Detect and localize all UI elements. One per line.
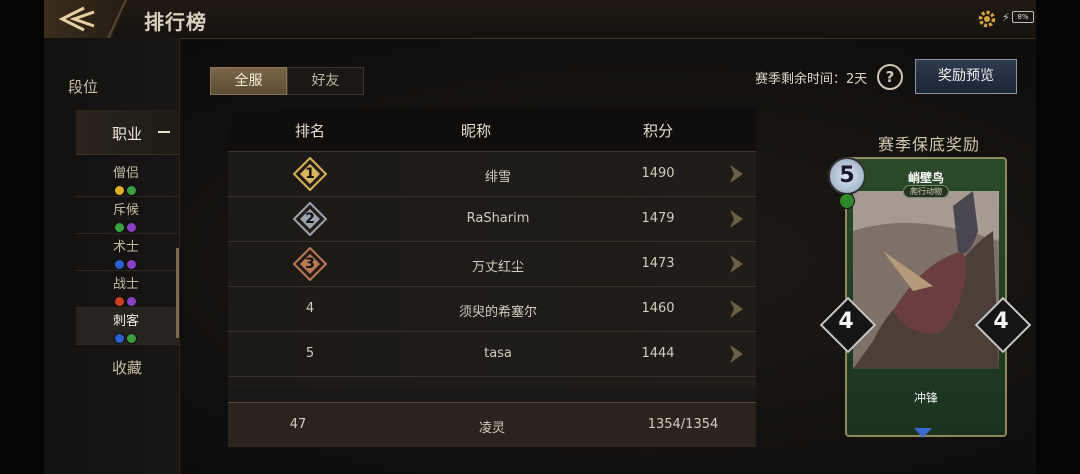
class-item[interactable]: 斥候 xyxy=(76,197,179,234)
leaderboard-table: 排名 昵称 积分 1 绯雪 1490 2 RaSharim 1479 3 万丈红尘 1473 4 须… xyxy=(228,108,756,447)
season-reward-title: 赛季保底奖励 xyxy=(878,135,981,154)
rank-number: 3 xyxy=(305,256,315,272)
table-header: 排名 昵称 积分 xyxy=(228,108,756,152)
attribute-gem-icon xyxy=(114,333,125,344)
class-item[interactable]: 术士 xyxy=(76,234,179,271)
card-cost: 5 xyxy=(828,157,866,195)
settings-gear-icon[interactable] xyxy=(977,9,997,29)
class-item[interactable]: 刺客 xyxy=(76,308,179,345)
player-score: 1490 xyxy=(641,166,675,181)
class-name: 刺客 xyxy=(113,314,140,329)
help-icon[interactable]: ? xyxy=(877,64,903,90)
attribute-gem-icon xyxy=(126,259,137,270)
chevron-right-icon[interactable] xyxy=(728,299,744,323)
class-color-icons xyxy=(114,329,138,348)
rank-badge-icon: 2 xyxy=(292,201,328,237)
class-name: 术士 xyxy=(113,240,140,255)
rank-badge-icon: 3 xyxy=(292,246,328,282)
back-arrow-icon xyxy=(58,6,95,32)
my-score: 1354/1354 xyxy=(647,417,719,432)
rank-badge-icon: 1 xyxy=(292,156,328,192)
attribute-gem-icon xyxy=(126,296,137,307)
battery-indicator: 8% xyxy=(1012,11,1034,23)
header-score: 积分 xyxy=(642,122,674,140)
scope-tabs: 全服 好友 xyxy=(210,67,364,95)
class-list-scrollbar[interactable] xyxy=(176,248,179,338)
reward-preview-button[interactable]: 奖励预览 xyxy=(915,59,1017,94)
my-name: 凌灵 xyxy=(478,421,506,436)
chevron-right-icon[interactable] xyxy=(728,209,744,233)
player-score: 1479 xyxy=(641,211,675,226)
nav-collection[interactable]: 收藏 xyxy=(112,357,142,378)
attribute-gem-icon xyxy=(126,185,137,196)
card-health: 4 xyxy=(993,309,1009,334)
header-rank: 排名 xyxy=(294,122,326,140)
table-rows[interactable]: 1 绯雪 1490 2 RaSharim 1479 3 万丈红尘 1473 4 须臾的希塞尔 1460… xyxy=(228,152,756,387)
table-row[interactable]: 4 须臾的希塞尔 1460 xyxy=(228,287,756,332)
card-indicator-icon xyxy=(914,428,932,438)
tab-friends[interactable]: 好友 xyxy=(287,67,364,95)
table-row[interactable]: 2 RaSharim 1479 xyxy=(228,197,756,242)
my-rank: 47 xyxy=(289,417,307,432)
class-item[interactable]: 僧侣 xyxy=(76,160,179,197)
class-name: 僧侣 xyxy=(113,166,140,181)
player-name: 须臾的希塞尔 xyxy=(458,305,538,320)
player-name: tasa xyxy=(484,346,512,361)
rank-number: 1 xyxy=(305,166,315,182)
player-score: 1473 xyxy=(641,256,675,271)
card-attack: 4 xyxy=(838,309,854,334)
card-type: 爬行动物 xyxy=(903,185,949,198)
player-name: RaSharim xyxy=(466,211,530,226)
player-name: 万丈红尘 xyxy=(471,260,525,275)
charging-icon: ⚡ xyxy=(1002,11,1010,24)
attribute-gem-icon xyxy=(114,222,125,233)
chevron-right-icon[interactable] xyxy=(728,344,744,368)
card-artwork xyxy=(853,191,999,369)
card-name: 峭壁鸟 xyxy=(907,171,944,185)
nav-class-label: 职业 xyxy=(112,125,143,143)
class-item[interactable]: 战士 xyxy=(76,271,179,308)
chevron-right-icon[interactable] xyxy=(728,164,744,188)
player-name: 绯雪 xyxy=(484,170,512,185)
left-edge xyxy=(0,0,44,474)
header-name: 昵称 xyxy=(460,122,492,140)
table-row[interactable]: 3 万丈红尘 1473 xyxy=(228,242,756,287)
table-row[interactable]: 6虎牙进击的韩非1441 xyxy=(228,377,756,387)
attribute-gem-icon xyxy=(114,185,125,196)
class-list: 僧侣斥候术士战士刺客 xyxy=(76,160,179,345)
rank-number: 2 xyxy=(305,211,315,227)
rank-number: 5 xyxy=(305,346,315,361)
player-score: 1444 xyxy=(641,346,675,361)
card-description: 冲锋 xyxy=(913,391,938,405)
reward-card[interactable]: 峭壁鸟 爬行动物 冲锋 xyxy=(845,157,1007,437)
chevron-right-icon[interactable] xyxy=(728,254,744,278)
player-score: 1460 xyxy=(641,301,675,316)
nav-class[interactable]: 职业 xyxy=(76,110,179,155)
header-bar: 排行榜 xyxy=(44,0,1036,39)
my-rank-row: 47 凌灵 1354/1354 xyxy=(228,402,756,447)
nav-rank-tier[interactable]: 段位 xyxy=(68,76,98,97)
attribute-gem-icon xyxy=(114,259,125,270)
bird-creature-icon xyxy=(853,191,999,369)
table-row[interactable]: 1 绯雪 1490 xyxy=(228,152,756,197)
attribute-gem-icon xyxy=(114,296,125,307)
right-edge xyxy=(1036,0,1080,474)
attribute-gem-icon xyxy=(126,222,137,233)
collapse-dash-icon xyxy=(158,131,170,133)
table-row[interactable]: 5 tasa 1444 xyxy=(228,332,756,377)
class-name: 斥候 xyxy=(113,203,140,218)
season-remaining-time: 赛季剩余时间：2天 xyxy=(755,72,868,87)
attribute-gem-icon xyxy=(126,333,137,344)
rank-number: 4 xyxy=(305,301,315,316)
card-attribute-gem-icon xyxy=(839,193,855,209)
page-title: 排行榜 xyxy=(144,10,207,34)
tab-global[interactable]: 全服 xyxy=(210,67,287,95)
class-name: 战士 xyxy=(113,277,140,292)
